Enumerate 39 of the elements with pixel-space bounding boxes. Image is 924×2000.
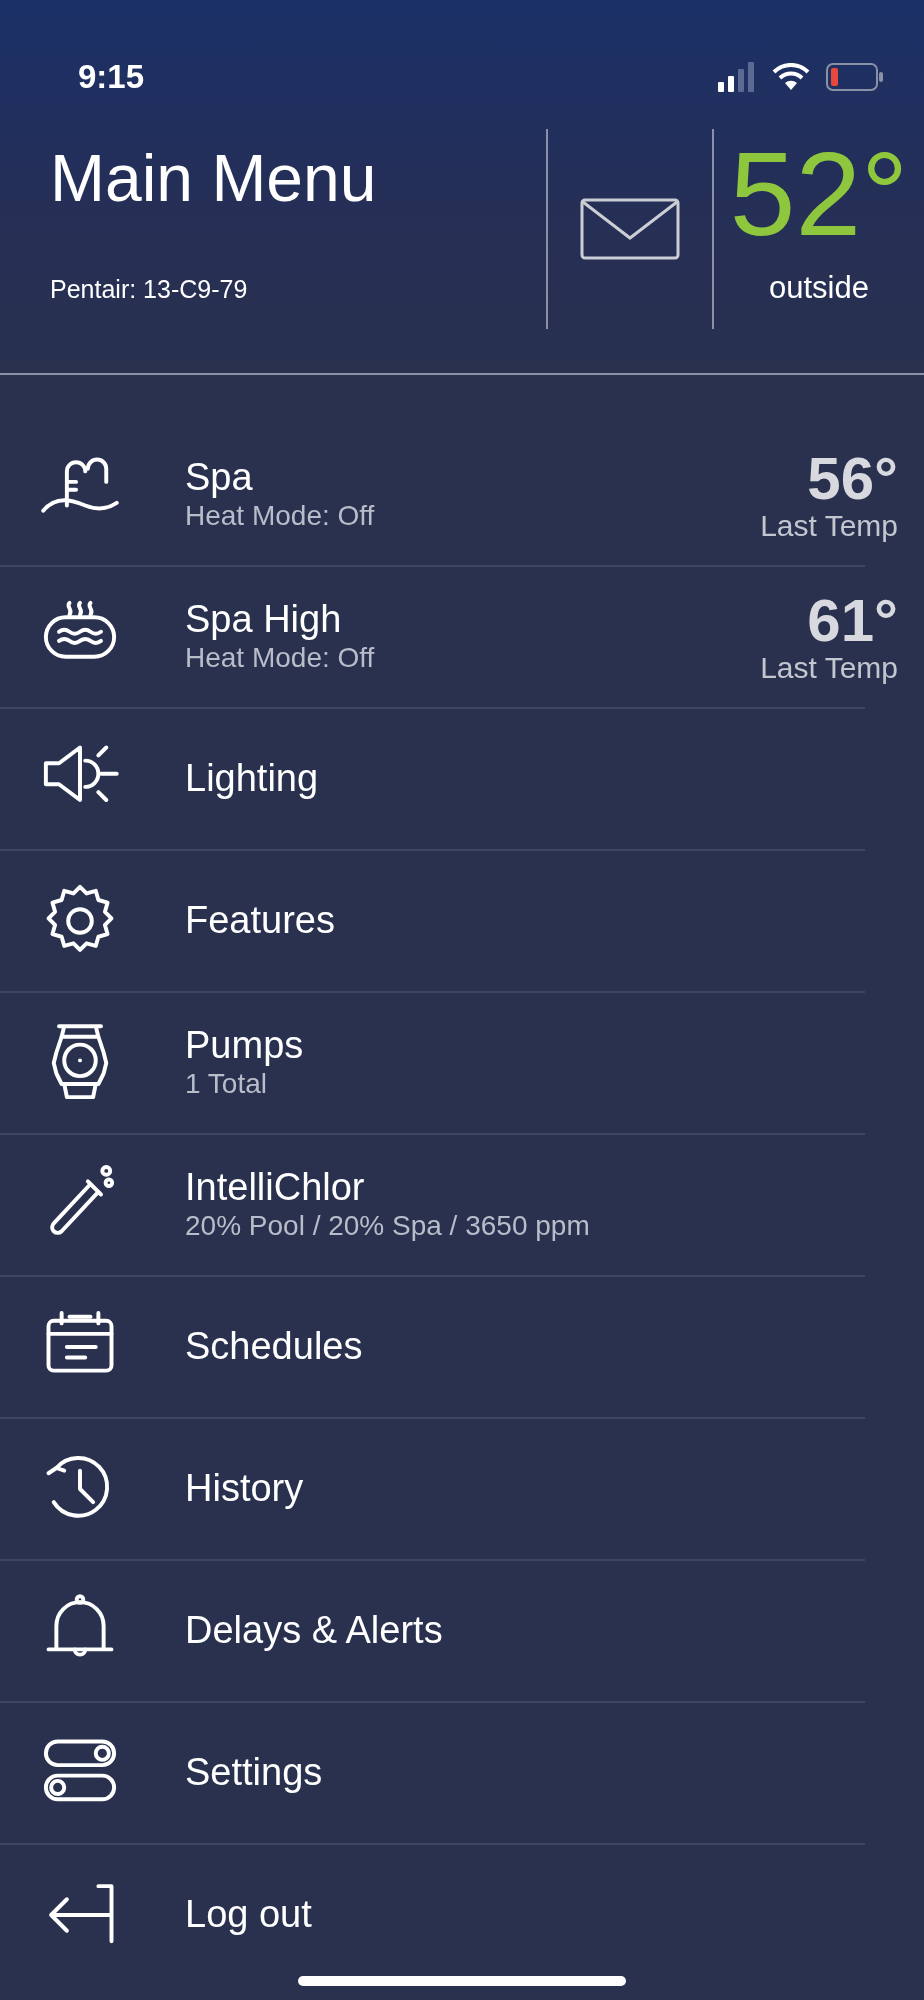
menu-item-title: Pumps — [185, 1025, 305, 1068]
temperature-caption: Last Temp — [760, 650, 898, 684]
last-temperature: 56° — [806, 448, 898, 509]
menu-item-title: Log out — [185, 1894, 313, 1936]
menu-item[interactable]: Spa High Heat Mode: Off 61° Last Temp — [0, 567, 924, 707]
device-id: Pentair: 13-C9-79 — [50, 274, 249, 305]
menu-item-subtitle: 1 Total — [185, 1067, 268, 1101]
menu-item[interactable]: Delays & Alerts — [0, 1561, 924, 1701]
page-title: Main Menu — [50, 145, 378, 211]
menu-item-title: Settings — [185, 1752, 324, 1794]
status-time: 9:15 — [78, 56, 145, 97]
menu-item[interactable]: Schedules — [0, 1277, 924, 1417]
menu-item[interactable]: History — [0, 1419, 924, 1559]
mail-icon[interactable] — [580, 198, 680, 260]
menu-item-subtitle: 20% Pool / 20% Spa / 3650 ppm — [185, 1209, 591, 1243]
wifi-icon — [772, 62, 810, 91]
menu-item[interactable]: Log out — [0, 1845, 924, 1985]
menu-item-title: Schedules — [185, 1326, 364, 1368]
menu-item-subtitle: Heat Mode: Off — [185, 641, 376, 675]
menu-item-title: IntelliChlor — [185, 1167, 366, 1210]
menu-item[interactable]: IntelliChlor 20% Pool / 20% Spa / 3650 ppm — [0, 1135, 924, 1275]
signal-icon — [718, 61, 756, 92]
menu-item-title: Features — [185, 900, 336, 942]
menu-item-title: Delays & Alerts — [185, 1610, 444, 1652]
menu-item-title: Spa High — [185, 599, 343, 642]
battery-icon — [826, 62, 884, 91]
menu-item[interactable]: Pumps 1 Total — [0, 993, 924, 1133]
menu-item-title: Lighting — [185, 758, 320, 800]
menu-item[interactable]: Spa Heat Mode: Off 56° Last Temp — [0, 425, 924, 565]
temperature-label: outside — [768, 269, 870, 307]
menu-item-subtitle: Heat Mode: Off — [185, 499, 376, 533]
menu-item-title: History — [185, 1468, 305, 1510]
menu-item[interactable]: Settings — [0, 1703, 924, 1843]
outside-temperature: 52° — [728, 135, 910, 253]
temperature-caption: Last Temp — [760, 508, 898, 542]
menu-item[interactable]: Lighting — [0, 709, 924, 849]
menu-item-title: Spa — [185, 457, 254, 500]
menu-item[interactable]: Features — [0, 851, 924, 991]
last-temperature: 61° — [806, 590, 898, 651]
